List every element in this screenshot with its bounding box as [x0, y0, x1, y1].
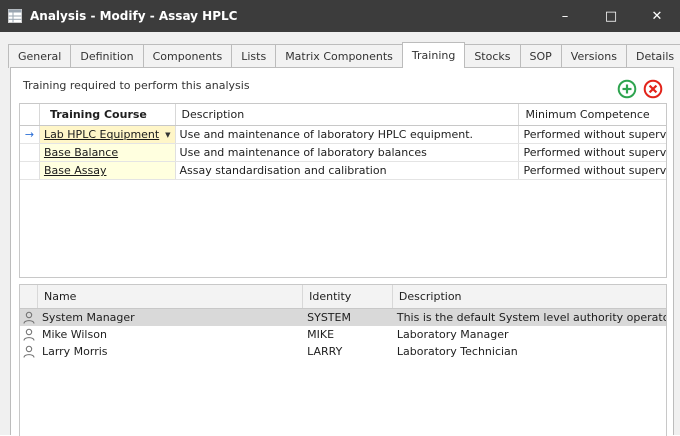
training-grid: Training Course Description Minimum Comp… [19, 103, 667, 278]
icon-column-header [20, 285, 38, 308]
tab-definition[interactable]: Definition [70, 44, 144, 68]
tab-components[interactable]: Components [142, 44, 233, 68]
list-item[interactable]: Larry Morris LARRY Laboratory Technician [20, 343, 666, 360]
table-row[interactable]: Base Assay Assay standardisation and cal… [20, 162, 666, 180]
tab-versions[interactable]: Versions [560, 44, 627, 68]
training-grid-header: Training Course Description Minimum Comp… [20, 104, 666, 126]
column-header-description[interactable]: Description [176, 104, 520, 125]
user-icon [20, 309, 38, 326]
training-description-cell: Assay standardisation and calibration [176, 162, 520, 179]
user-name: System Manager [41, 311, 135, 324]
maximize-button[interactable]: □ [588, 0, 634, 32]
user-description: Laboratory Manager [396, 328, 509, 341]
user-icon [20, 343, 38, 360]
list-item[interactable]: Mike Wilson MIKE Laboratory Manager [20, 326, 666, 343]
tab-strip: General Definition Components Lists Matr… [8, 42, 680, 68]
training-caption: Training required to perform this analys… [23, 79, 250, 92]
user-icon [20, 326, 38, 343]
analysis-modify-window: Analysis - Modify - Assay HPLC – □ ✕ Gen… [0, 0, 680, 436]
row-indicator-header [20, 104, 40, 125]
tab-stocks[interactable]: Stocks [464, 44, 521, 68]
user-description: This is the default System level authori… [396, 311, 666, 324]
training-course-dropdown[interactable]: Lab HPLC Equipment ▼ [39, 126, 176, 143]
user-identity: MIKE [307, 328, 335, 341]
user-name: Larry Morris [41, 345, 108, 358]
chevron-down-icon[interactable]: ▼ [165, 131, 170, 139]
column-header-name[interactable]: Name [38, 285, 304, 308]
title-bar[interactable]: Analysis - Modify - Assay HPLC – □ ✕ [0, 0, 680, 32]
tab-training[interactable]: Training [401, 42, 466, 68]
tab-matrix-components[interactable]: Matrix Components [275, 44, 403, 68]
training-course-link[interactable]: Lab HPLC Equipment [44, 128, 159, 141]
tab-general[interactable]: General [8, 44, 72, 68]
grid-icon [8, 8, 24, 24]
table-row[interactable]: → Lab HPLC Equipment ▼ Use and maintenan… [20, 126, 666, 144]
training-description-cell: Use and maintenance of laboratory HPLC e… [176, 126, 520, 143]
training-course-cell[interactable]: Base Assay [39, 162, 176, 179]
training-course-cell[interactable]: Base Balance [39, 144, 176, 161]
column-header-identity[interactable]: Identity [303, 285, 393, 308]
row-indicator-cell [20, 162, 40, 179]
column-header-training-course[interactable]: Training Course [39, 104, 176, 125]
user-identity: LARRY [307, 345, 343, 358]
table-row[interactable]: Base Balance Use and maintenance of labo… [20, 144, 666, 162]
add-circle-icon[interactable] [617, 79, 637, 99]
minimum-competence-cell[interactable]: Performed without superv... [519, 126, 666, 143]
minimum-competence-cell[interactable]: Performed without superv... [519, 162, 666, 179]
tab-sop[interactable]: SOP [519, 44, 562, 68]
training-course-link[interactable]: Base Assay [44, 164, 107, 177]
column-header-minimum-competence[interactable]: Minimum Competence [519, 104, 666, 125]
close-button[interactable]: ✕ [634, 0, 680, 32]
minimum-competence-cell[interactable]: Performed without superv... [519, 144, 666, 161]
training-tab-panel: Training required to perform this analys… [10, 67, 674, 436]
window-title: Analysis - Modify - Assay HPLC [30, 9, 238, 23]
tab-details[interactable]: Details [625, 44, 680, 68]
list-item[interactable]: System Manager SYSTEM This is the defaul… [20, 309, 666, 326]
users-grid: Name Identity Description System Manager… [19, 284, 667, 436]
user-name: Mike Wilson [41, 328, 107, 341]
column-header-user-description[interactable]: Description [393, 285, 666, 308]
user-description: Laboratory Technician [396, 345, 518, 358]
training-course-link[interactable]: Base Balance [44, 146, 118, 159]
minimize-button[interactable]: – [542, 0, 588, 32]
remove-circle-icon[interactable] [643, 79, 663, 99]
training-description-cell: Use and maintenance of laboratory balanc… [176, 144, 520, 161]
row-indicator: → [24, 128, 35, 141]
tab-lists[interactable]: Lists [231, 44, 277, 68]
users-grid-header: Name Identity Description [20, 285, 666, 309]
row-indicator-cell [20, 144, 40, 161]
arrow-right-icon: → [20, 126, 40, 143]
user-identity: SYSTEM [307, 311, 351, 324]
